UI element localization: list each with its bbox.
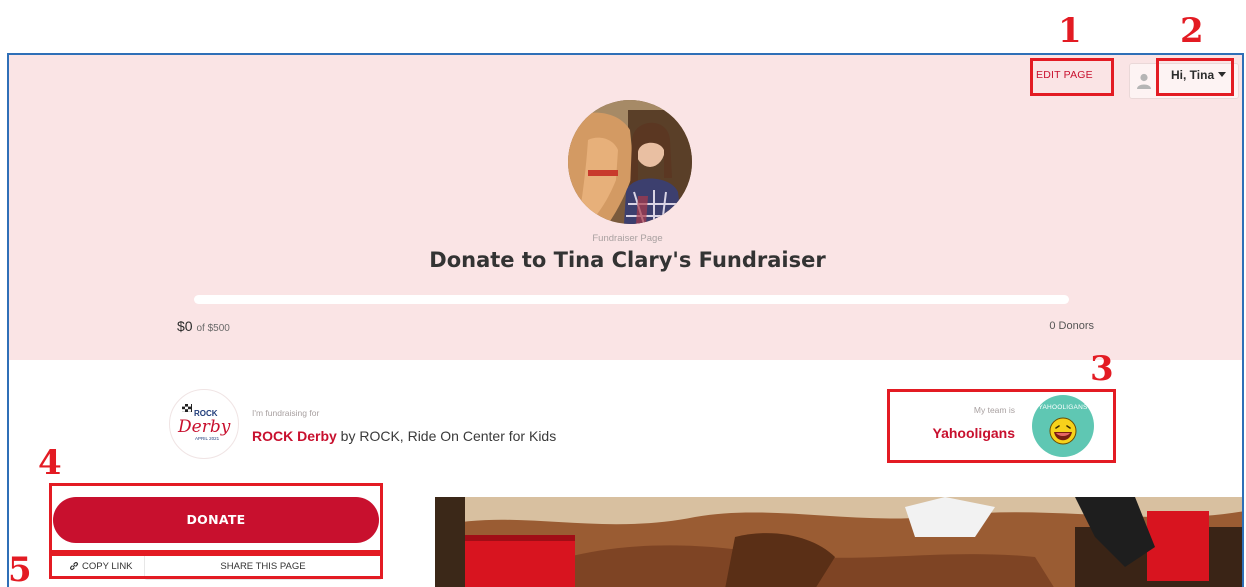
annotation-box-1 (1030, 58, 1114, 96)
annotation-number-2: 2 (1180, 11, 1204, 51)
fundraising-for-label: I'm fundraising for (252, 408, 320, 418)
horse-race-photo (435, 497, 1242, 587)
event-name-link[interactable]: ROCK Derby (252, 428, 337, 444)
user-avatar-icon (1137, 73, 1151, 89)
screenshot-stage: EDIT PAGE Hi, Tina Fundraiser Page Donat… (0, 0, 1246, 587)
fundraiser-hero: EDIT PAGE Hi, Tina Fundraiser Page Donat… (9, 55, 1242, 360)
annotation-number-1: 1 (1058, 11, 1082, 51)
logo-text-date: APRIL 2021 (195, 436, 220, 441)
rock-derby-logo[interactable]: ROCK Derby APRIL 2021 (169, 389, 239, 459)
fundraiser-profile-photo (568, 100, 692, 224)
raised-amount: $0 (177, 318, 193, 334)
event-organizer: by ROCK, Ride On Center for Kids (336, 428, 557, 444)
annotation-number-5: 5 (8, 550, 32, 587)
donor-count: 0 Donors (1049, 320, 1094, 332)
logo-text-derby: Derby (177, 417, 231, 437)
annotation-number-4: 4 (38, 443, 62, 483)
amount-raised: $0 of $500 (177, 318, 230, 334)
fundraising-progress-bar (194, 295, 1069, 304)
annotation-number-3: 3 (1090, 349, 1114, 389)
annotation-box-4 (49, 483, 383, 553)
annotation-box-3 (887, 389, 1116, 463)
annotation-box-5 (49, 553, 383, 579)
event-info: ROCK Derby by ROCK, Ride On Center for K… (252, 428, 556, 444)
page-kind-label: Fundraiser Page (592, 233, 663, 244)
annotation-box-2 (1156, 58, 1234, 96)
goal-amount: of $500 (196, 323, 230, 334)
page-title: Donate to Tina Clary's Fundraiser (429, 248, 826, 272)
